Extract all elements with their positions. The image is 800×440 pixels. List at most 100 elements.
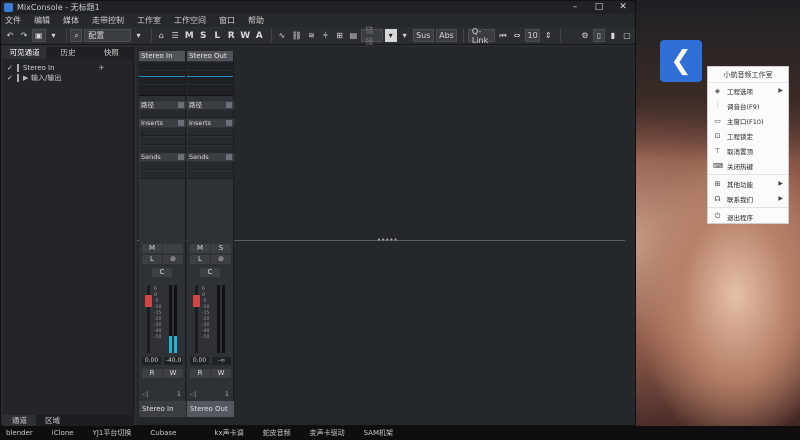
read-button[interactable]: R	[142, 369, 162, 378]
send-slot[interactable]	[188, 162, 233, 170]
width-icon[interactable]: ⇔	[511, 29, 523, 42]
route-section[interactable]: 路径	[139, 101, 186, 109]
mute-button[interactable]: M	[190, 244, 210, 253]
minimize-button[interactable]: –	[563, 1, 587, 14]
taskbar-item[interactable]: 蛇皮音频	[263, 428, 291, 438]
solo-button[interactable]	[163, 244, 183, 253]
launcher-app-icon[interactable]: ❮	[660, 40, 702, 82]
taskbar-item[interactable]: blender	[6, 429, 33, 437]
context-menu-item[interactable]: ▭ 主窗口(F10)	[708, 113, 788, 128]
context-menu-item[interactable]: ⫶ 调音台(F9)	[708, 98, 788, 113]
volume-value[interactable]: 0.00	[190, 357, 209, 365]
tree-row[interactable]: ✓ Stereo In ✈	[7, 63, 133, 73]
list-icon[interactable]: ☰	[169, 29, 181, 42]
menu-studio[interactable]: 工作室	[137, 15, 161, 26]
expand-arrow-icon[interactable]: ▶	[23, 74, 31, 82]
volume-value[interactable]: 0.00	[142, 357, 161, 365]
undo-icon[interactable]: ↶	[4, 29, 16, 42]
layout-full-icon[interactable]: ▢	[621, 29, 633, 42]
pan-control[interactable]: C	[200, 268, 220, 277]
chevron-down-icon[interactable]: ▾	[133, 29, 145, 42]
link-dropdown[interactable]: 链接	[361, 26, 383, 46]
monitor-icon[interactable]: ∿	[276, 29, 288, 42]
io-left[interactable]: -:|	[142, 391, 148, 398]
skip-left-icon[interactable]: ⏮	[497, 29, 509, 42]
insert-slot[interactable]	[140, 137, 185, 145]
io-right[interactable]: 1	[225, 391, 229, 398]
send-slot[interactable]	[188, 171, 233, 179]
tree-row[interactable]: ✓ ▶ 输入/输出	[7, 73, 133, 83]
menu-window[interactable]: 窗口	[219, 15, 235, 26]
read-all-button[interactable]: R	[225, 29, 237, 42]
taskbar-item[interactable]: Cubase	[150, 429, 176, 437]
grid-icon[interactable]: ⊞	[333, 29, 345, 42]
volume-fader-handle[interactable]	[193, 295, 200, 307]
chevron-down-icon[interactable]: ▾	[48, 29, 60, 42]
close-button[interactable]: ✕	[611, 1, 635, 14]
layout-left-icon[interactable]: ▯	[592, 29, 605, 42]
send-slot[interactable]	[140, 171, 185, 179]
phase-button[interactable]: ⊘	[211, 255, 231, 264]
context-menu-item[interactable]: ⏻ 退出程序	[708, 209, 788, 224]
menu-file[interactable]: 文件	[5, 15, 21, 26]
tab-history[interactable]: 历史	[46, 47, 89, 59]
strip-eq-curve[interactable]	[187, 62, 233, 96]
strip-name[interactable]: Stereo Out	[187, 401, 234, 417]
read-button[interactable]: R	[190, 369, 210, 378]
fader-icon[interactable]: ⫩	[319, 29, 331, 42]
write-all-button[interactable]: W	[239, 29, 251, 42]
taskbar-item[interactable]: YJ1平台切换	[93, 428, 132, 438]
route-slot[interactable]	[140, 110, 185, 118]
config-dropdown[interactable]: 配置	[84, 29, 131, 42]
layout-right-icon[interactable]: ▮	[607, 29, 619, 42]
check-icon[interactable]: ✓	[7, 64, 17, 72]
io-left[interactable]: -:|	[190, 391, 196, 398]
tab-visibility[interactable]: 可见通道	[3, 47, 47, 59]
context-menu-item[interactable]: ◈ 工程选项 ▶	[708, 83, 788, 98]
search-icon[interactable]: ⌕	[70, 29, 83, 42]
send-slot[interactable]	[140, 162, 185, 170]
taskbar-item[interactable]: kx声卡调	[214, 428, 243, 438]
menu-edit[interactable]: 编辑	[34, 15, 50, 26]
strip-eq-curve[interactable]	[139, 62, 185, 96]
insert-slot[interactable]	[188, 128, 233, 136]
context-menu-item[interactable]: ⌨ 关闭热键	[708, 158, 788, 173]
context-menu-item[interactable]: ⊞ 其他功能 ▶	[708, 176, 788, 191]
write-button[interactable]: W	[211, 369, 231, 378]
context-menu-item[interactable]: ⊡ 工程锁定	[708, 128, 788, 143]
inserts-section[interactable]: Inserts	[139, 119, 186, 127]
strip-header[interactable]: Stereo In	[139, 51, 185, 61]
context-menu-item[interactable]: ☊ 联系我们 ▶	[708, 191, 788, 206]
qlink-button[interactable]: Q-Link	[467, 27, 495, 45]
gear-icon[interactable]: ⚙	[579, 29, 591, 42]
menu-help[interactable]: 帮助	[248, 15, 264, 26]
channel-count-field[interactable]: 10	[524, 29, 541, 42]
strip-header[interactable]: Stereo Out	[187, 51, 233, 61]
listen-all-button[interactable]: L	[211, 29, 223, 42]
menu-transport[interactable]: 走带控制	[92, 15, 124, 26]
solo-all-button[interactable]: S	[197, 29, 209, 42]
link-icon[interactable]: ⛓	[290, 29, 303, 42]
write-button[interactable]: W	[163, 369, 183, 378]
chevron-down-icon[interactable]: ▾	[399, 29, 411, 42]
mute-button[interactable]: M	[142, 244, 162, 253]
pan-control[interactable]: C	[152, 268, 172, 277]
maximize-button[interactable]: □	[587, 1, 611, 14]
menu-workspaces[interactable]: 工作空间	[174, 15, 206, 26]
resize-handle-icon[interactable]: •••••	[377, 236, 398, 244]
listen-button[interactable]: L	[142, 255, 162, 264]
rack-icon[interactable]: ▤	[347, 29, 359, 42]
automation-button[interactable]: A	[253, 29, 265, 42]
tab-snapshots[interactable]: 快照	[90, 47, 133, 59]
taskbar-item[interactable]: SAM机架	[364, 428, 393, 438]
sends-section[interactable]: Sends	[187, 153, 234, 161]
peak-value[interactable]: -40.0	[164, 357, 183, 365]
route-section[interactable]: 路径	[187, 101, 234, 109]
route-slot[interactable]	[188, 110, 233, 118]
sus-button[interactable]: Sus	[412, 29, 434, 42]
peak-value[interactable]: -∞	[212, 357, 231, 365]
stepper-icon[interactable]: ⇕	[542, 29, 554, 42]
eq-icon[interactable]: ≋	[305, 29, 317, 42]
volume-fader-handle[interactable]	[145, 295, 152, 307]
phase-button[interactable]: ⊘	[163, 255, 183, 264]
